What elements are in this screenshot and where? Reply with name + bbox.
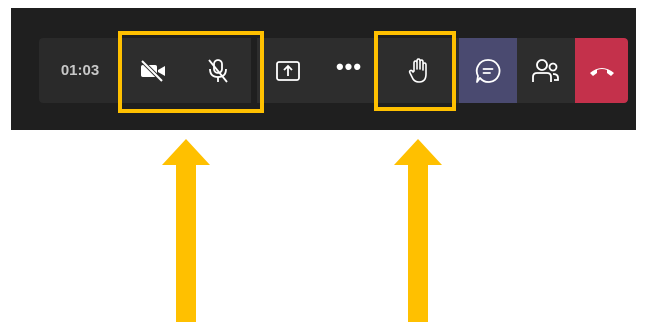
share-screen-button[interactable] — [257, 38, 319, 103]
hang-up-button[interactable] — [575, 38, 628, 103]
call-timer: 01:03 — [39, 38, 121, 103]
chat-icon — [474, 57, 502, 85]
call-controls-toolbar: 01:03 ••• — [39, 38, 628, 103]
video-off-icon — [138, 59, 168, 83]
arrow-up-icon — [394, 139, 442, 322]
share-screen-icon — [275, 60, 301, 82]
mic-off-icon — [205, 57, 231, 85]
people-icon — [531, 58, 561, 84]
more-dots-icon: ••• — [335, 53, 363, 79]
chat-button[interactable] — [459, 38, 517, 103]
phone-hangup-icon — [587, 63, 617, 79]
camera-toggle-button[interactable] — [121, 38, 185, 103]
microphone-toggle-button[interactable] — [185, 38, 251, 103]
arrow-up-icon — [162, 139, 210, 322]
raise-hand-icon — [407, 57, 431, 85]
participants-button[interactable] — [517, 38, 575, 103]
more-actions-button[interactable]: ••• — [319, 38, 379, 103]
raise-hand-button[interactable] — [379, 38, 459, 103]
